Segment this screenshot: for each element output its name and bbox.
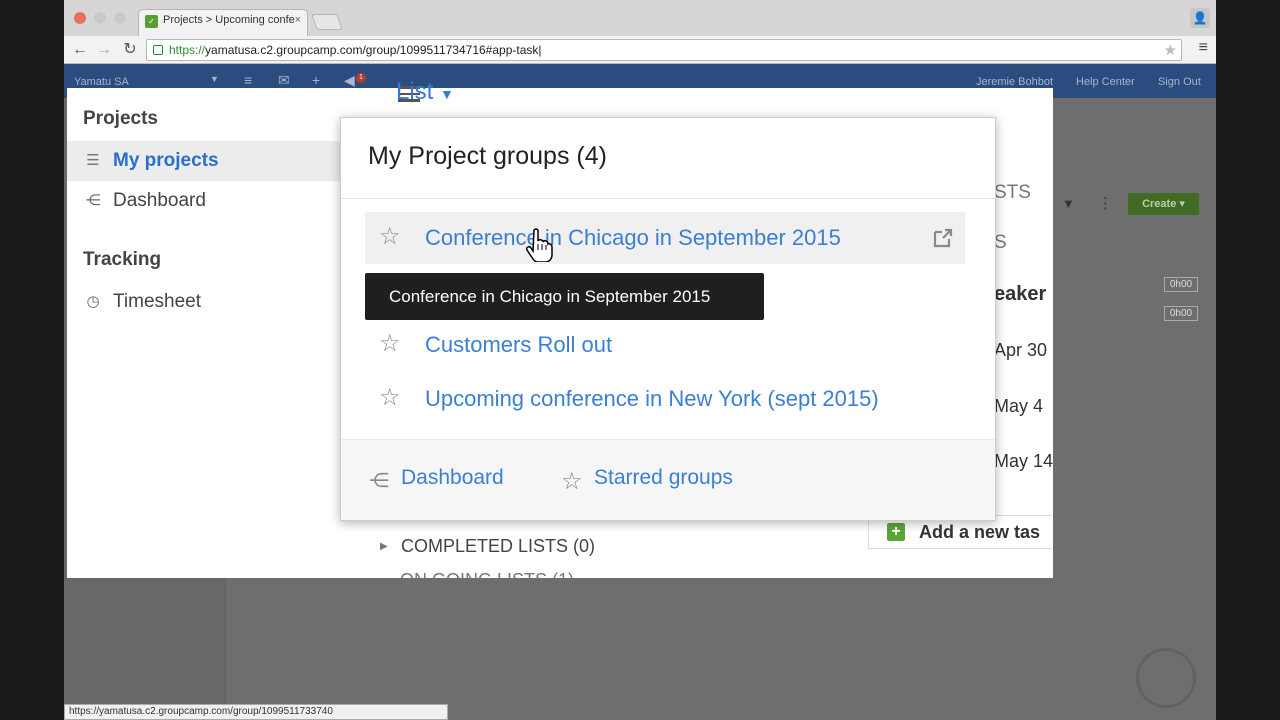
sidebar-item-label: My projects bbox=[113, 150, 219, 171]
sidebar-item-label: Timesheet bbox=[113, 291, 201, 312]
megaphone-icon[interactable]: ◀ bbox=[344, 72, 355, 89]
chevron-down-icon: ▼ bbox=[440, 86, 454, 102]
list-icon: ☰ bbox=[86, 152, 100, 169]
new-tab-button[interactable] bbox=[311, 14, 343, 30]
status-bar-url: https://yamatusa.c2.groupcamp.com/group/… bbox=[64, 704, 448, 720]
view-switcher[interactable]: List ▼ bbox=[396, 78, 454, 106]
hand-cursor-icon bbox=[526, 228, 553, 262]
caret-right-icon[interactable]: ▶ bbox=[380, 541, 388, 552]
sidebar-item-timesheet[interactable]: ◷ Timesheet bbox=[67, 282, 365, 322]
group-row-new-york[interactable]: ☆ Upcoming conference in New York (sept … bbox=[365, 373, 965, 425]
help-center-link[interactable]: Help Center bbox=[1076, 76, 1135, 88]
sidebar-item-dashboard[interactable]: ⋲ Dashboard bbox=[67, 181, 365, 221]
notification-badge: 1 bbox=[356, 73, 366, 83]
groupcamp-favicon-icon: ✓ bbox=[145, 15, 158, 28]
logo-watermark-icon bbox=[1136, 648, 1196, 708]
divider bbox=[341, 198, 995, 199]
projects-menu-panel: Projects ☰ My projects ⋲ Dashboard Track… bbox=[67, 88, 365, 578]
time-tracked-1[interactable]: 0h00 bbox=[1164, 277, 1198, 292]
reload-icon[interactable]: ↻ bbox=[120, 40, 140, 60]
browser-toolbar: ← → ↻ https://yamatusa.c2.groupcamp.com/… bbox=[64, 36, 1216, 64]
company-name[interactable]: Yamatu SA bbox=[74, 76, 129, 88]
dashboard-icon: ⋲ bbox=[85, 192, 101, 209]
tracking-heading: Tracking bbox=[83, 249, 162, 270]
create-button[interactable]: Create ▾ bbox=[1128, 193, 1199, 215]
browser-titlebar: ✓ Projects > Upcoming confe × 👤 bbox=[64, 0, 1216, 36]
projects-heading: Projects bbox=[83, 108, 158, 129]
letterbox-right bbox=[1216, 0, 1280, 720]
sidebar-item-my-projects[interactable]: ☰ My projects bbox=[67, 141, 365, 181]
tooltip: Conference in Chicago in September 2015 bbox=[365, 273, 764, 320]
star-icon[interactable]: ☆ bbox=[379, 385, 401, 411]
due-date-2: May 4 bbox=[994, 396, 1044, 416]
add-task-label: Add a new tas bbox=[919, 522, 1041, 542]
lock-icon bbox=[153, 45, 163, 55]
popup-title: My Project groups (4) bbox=[368, 142, 607, 170]
group-row-chicago[interactable]: ☆ Conference in Chicago in September 201… bbox=[365, 212, 965, 264]
star-icon[interactable]: ☆ bbox=[379, 224, 401, 250]
tab-title: Projects > Upcoming confe bbox=[163, 14, 295, 26]
forward-arrow-icon[interactable]: → bbox=[94, 40, 114, 60]
group-link[interactable]: Customers Roll out bbox=[425, 331, 612, 359]
completed-lists-toggle[interactable]: COMPLETED LISTS (0) bbox=[401, 536, 595, 557]
zoom-window-button[interactable] bbox=[114, 12, 126, 24]
dashboard-icon: ⋲ bbox=[369, 470, 389, 492]
due-date-3: May 14 bbox=[994, 451, 1054, 471]
filter-icon[interactable]: ▼ bbox=[1062, 196, 1075, 211]
url-scheme: https:// bbox=[169, 43, 206, 57]
time-tracked-2[interactable]: 0h00 bbox=[1164, 306, 1198, 321]
group-row-customers[interactable]: ☆ Customers Roll out bbox=[365, 319, 965, 371]
profile-icon[interactable]: 👤 bbox=[1190, 8, 1210, 28]
close-window-button[interactable] bbox=[74, 12, 86, 24]
ongoing-lists-toggle[interactable]: ON GOING LISTS (1) bbox=[400, 570, 574, 578]
speaker-title-partial: eaker bbox=[994, 283, 1047, 305]
more-options-icon[interactable]: ⋮ bbox=[1098, 194, 1113, 212]
letterbox-left bbox=[0, 0, 64, 720]
star-icon: ☆ bbox=[561, 468, 583, 495]
popup-footer: ⋲ Dashboard ☆ Starred groups bbox=[341, 439, 995, 520]
mail-icon[interactable]: ✉ bbox=[278, 72, 290, 89]
back-arrow-icon[interactable]: ← bbox=[70, 40, 90, 60]
sign-out-link[interactable]: Sign Out bbox=[1158, 76, 1201, 88]
clock-icon: ◷ bbox=[86, 293, 100, 310]
browser-tab[interactable]: ✓ Projects > Upcoming confe × bbox=[138, 9, 308, 36]
url-text: yamatusa.c2.groupcamp.com/group/10995117… bbox=[205, 43, 542, 57]
user-name[interactable]: Jeremie Bohbot bbox=[976, 76, 1053, 88]
address-bar[interactable]: https://yamatusa.c2.groupcamp.com/group/… bbox=[146, 39, 1182, 61]
external-link-icon[interactable] bbox=[931, 226, 955, 250]
footer-dashboard-link[interactable]: Dashboard bbox=[401, 466, 504, 490]
tab-close-icon[interactable]: × bbox=[295, 14, 301, 26]
group-link[interactable]: Conference in Chicago in September 2015 bbox=[425, 224, 841, 252]
sidebar-item-label: Dashboard bbox=[113, 190, 206, 211]
company-caret-icon[interactable]: ▼ bbox=[210, 74, 219, 84]
menu-icon[interactable]: ≡ bbox=[244, 72, 252, 88]
footer-starred-groups-link[interactable]: Starred groups bbox=[594, 466, 733, 490]
minimize-window-button[interactable] bbox=[94, 12, 106, 24]
view-label: List bbox=[396, 78, 434, 105]
star-icon[interactable]: ☆ bbox=[379, 331, 401, 357]
browser-menu-icon[interactable]: ≡ bbox=[1199, 39, 1208, 57]
bookmark-star-icon[interactable]: ★ bbox=[1164, 41, 1177, 61]
project-groups-popup: My Project groups (4) ☆ Conference in Ch… bbox=[340, 117, 996, 521]
group-link[interactable]: Upcoming conference in New York (sept 20… bbox=[425, 385, 879, 413]
add-icon[interactable]: + bbox=[312, 72, 320, 88]
lists-header-partial: STS bbox=[994, 182, 1031, 203]
plus-icon: + bbox=[887, 523, 905, 541]
due-date-1: Apr 30 bbox=[994, 340, 1048, 360]
